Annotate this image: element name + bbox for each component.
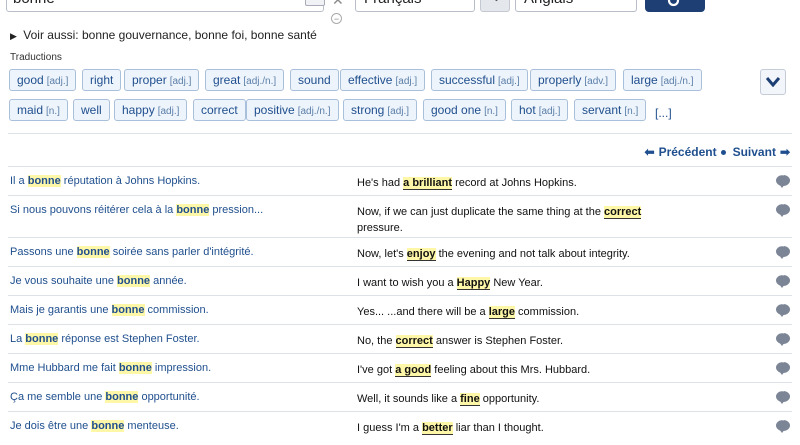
- chevron-down-icon: [766, 77, 780, 87]
- see-also-label: Voir aussi:: [23, 28, 79, 42]
- example-row: Je dois être une bonne menteuse. I guess…: [8, 411, 792, 445]
- translation-chip[interactable]: good [adj.]: [9, 69, 77, 91]
- translation-chip[interactable]: right: [82, 69, 122, 91]
- example-row: Si nous pouvons réitérer cela à la bonne…: [8, 195, 792, 237]
- previous-link[interactable]: Précédent: [659, 145, 717, 159]
- example-row: Mais je garantis une bonne commission. Y…: [8, 295, 792, 324]
- translation-chip[interactable]: hot [adj.]: [511, 99, 569, 121]
- target-sentence: I've got a good feeling about this Mrs. …: [357, 364, 591, 377]
- target-sentence: Well, it sounds like a fine opportunity.: [357, 393, 540, 406]
- see-also-link[interactable]: bonne gouvernance: [82, 28, 188, 42]
- source-sentence[interactable]: Je vous souhaite une bonne année.: [10, 275, 340, 287]
- source-sentence[interactable]: Si nous pouvons réitérer cela à la bonne…: [10, 204, 340, 216]
- swap-languages-button[interactable]: ➜: [480, 0, 510, 12]
- target-sentence: I want to wish you a Happy New Year.: [357, 277, 543, 290]
- translation-chip[interactable]: proper [adj.]: [124, 69, 200, 91]
- source-language-select[interactable]: Français: [355, 0, 475, 12]
- translation-chip[interactable]: strong [adj.]: [343, 99, 418, 121]
- example-row: Il a bonne réputation à Johns Hopkins. H…: [8, 166, 792, 195]
- example-row: Je vous souhaite une bonne année. I want…: [8, 266, 792, 295]
- arrow-left-icon: ⬅: [644, 145, 655, 159]
- triangle-icon: ▶: [10, 31, 17, 41]
- see-also-link[interactable]: bonne foi: [195, 28, 244, 42]
- search-icon: [667, 0, 680, 7]
- comment-icon[interactable]: [776, 272, 790, 288]
- translation-chip[interactable]: happy [adj.]: [114, 99, 188, 121]
- search-input[interactable]: bonne: [6, 0, 324, 12]
- translation-chip[interactable]: correct: [193, 99, 246, 121]
- target-sentence: No, the correct answer is Stephen Foster…: [357, 335, 564, 348]
- source-sentence[interactable]: Mme Hubbard me fait bonne impression.: [10, 362, 340, 374]
- translation-chip[interactable]: properly [adv.]: [530, 69, 617, 91]
- dot-icon: [720, 149, 726, 155]
- translations-label: Traductions: [10, 52, 62, 63]
- comment-icon[interactable]: [776, 388, 790, 404]
- translation-chip[interactable]: servant [n.]: [574, 99, 647, 121]
- arrow-right-icon: ➜: [488, 0, 501, 6]
- source-sentence[interactable]: Ça me semble une bonne opportunité.: [10, 391, 340, 403]
- comment-icon[interactable]: [776, 330, 790, 346]
- search-bar: bonne ✕ Français ➜ Anglais: [0, 0, 800, 14]
- translation-chip[interactable]: successful [adj.]: [431, 69, 528, 91]
- target-sentence: Now, let's enjoy the evening and not tal…: [357, 248, 630, 261]
- translation-chip[interactable]: sound: [290, 69, 339, 91]
- example-row: La bonne réponse est Stephen Foster. No,…: [8, 324, 792, 353]
- comment-icon[interactable]: [776, 243, 790, 259]
- target-language-select[interactable]: Anglais: [515, 0, 637, 12]
- source-sentence[interactable]: Il a bonne réputation à Johns Hopkins.: [10, 175, 340, 187]
- translation-chip[interactable]: effective [adj.]: [340, 69, 426, 91]
- source-sentence[interactable]: Passons une bonne soirée sans parler d'i…: [10, 246, 340, 258]
- comment-icon[interactable]: [776, 417, 790, 433]
- translation-chip[interactable]: great [adj./n.]: [205, 69, 285, 91]
- comment-icon[interactable]: [776, 201, 790, 217]
- next-link[interactable]: Suivant: [733, 145, 776, 159]
- target-sentence: Yes... ...and there will be a large comm…: [357, 306, 580, 319]
- collapse-icon[interactable]: −: [331, 13, 342, 24]
- source-sentence[interactable]: Mais je garantis une bonne commission.: [10, 304, 340, 316]
- see-also: ▶ Voir aussi: bonne gouvernance, bonne f…: [10, 28, 317, 42]
- target-sentence: He's had a brilliant record at Johns Hop…: [357, 177, 577, 190]
- translation-chip[interactable]: positive [adj./n.]: [246, 99, 339, 121]
- translation-chip[interactable]: maid [n.]: [9, 99, 68, 121]
- example-row: Mme Hubbard me fait bonne impression. I'…: [8, 353, 792, 382]
- translation-chip[interactable]: well: [73, 99, 110, 121]
- arrow-right-icon: ➡: [779, 145, 790, 159]
- divider: [8, 133, 792, 134]
- see-also-link[interactable]: bonne santé: [251, 28, 317, 42]
- source-sentence[interactable]: La bonne réponse est Stephen Foster.: [10, 333, 340, 345]
- example-row: Ça me semble une bonne opportunité. Well…: [8, 382, 792, 411]
- comment-icon[interactable]: [776, 301, 790, 317]
- pager: ⬅ Précédent Suivant ➡: [641, 145, 791, 159]
- comment-icon[interactable]: [776, 172, 790, 188]
- target-sentence: Now, if we can just duplicate the same t…: [357, 206, 642, 234]
- expand-translations-button[interactable]: [760, 69, 786, 95]
- translation-chip[interactable]: large [adj./n.]: [623, 69, 702, 91]
- more-translations-link[interactable]: [...]: [655, 106, 672, 120]
- clear-icon[interactable]: ✕: [332, 0, 344, 9]
- translation-chip[interactable]: good one [n.]: [423, 99, 506, 121]
- comment-icon[interactable]: [776, 359, 790, 375]
- search-button[interactable]: [645, 0, 705, 12]
- target-sentence: I guess I'm a better liar than I thought…: [357, 422, 544, 435]
- example-row: Passons une bonne soirée sans parler d'i…: [8, 237, 792, 266]
- source-sentence[interactable]: Je dois être une bonne menteuse.: [10, 420, 340, 432]
- keyboard-icon[interactable]: [305, 0, 325, 6]
